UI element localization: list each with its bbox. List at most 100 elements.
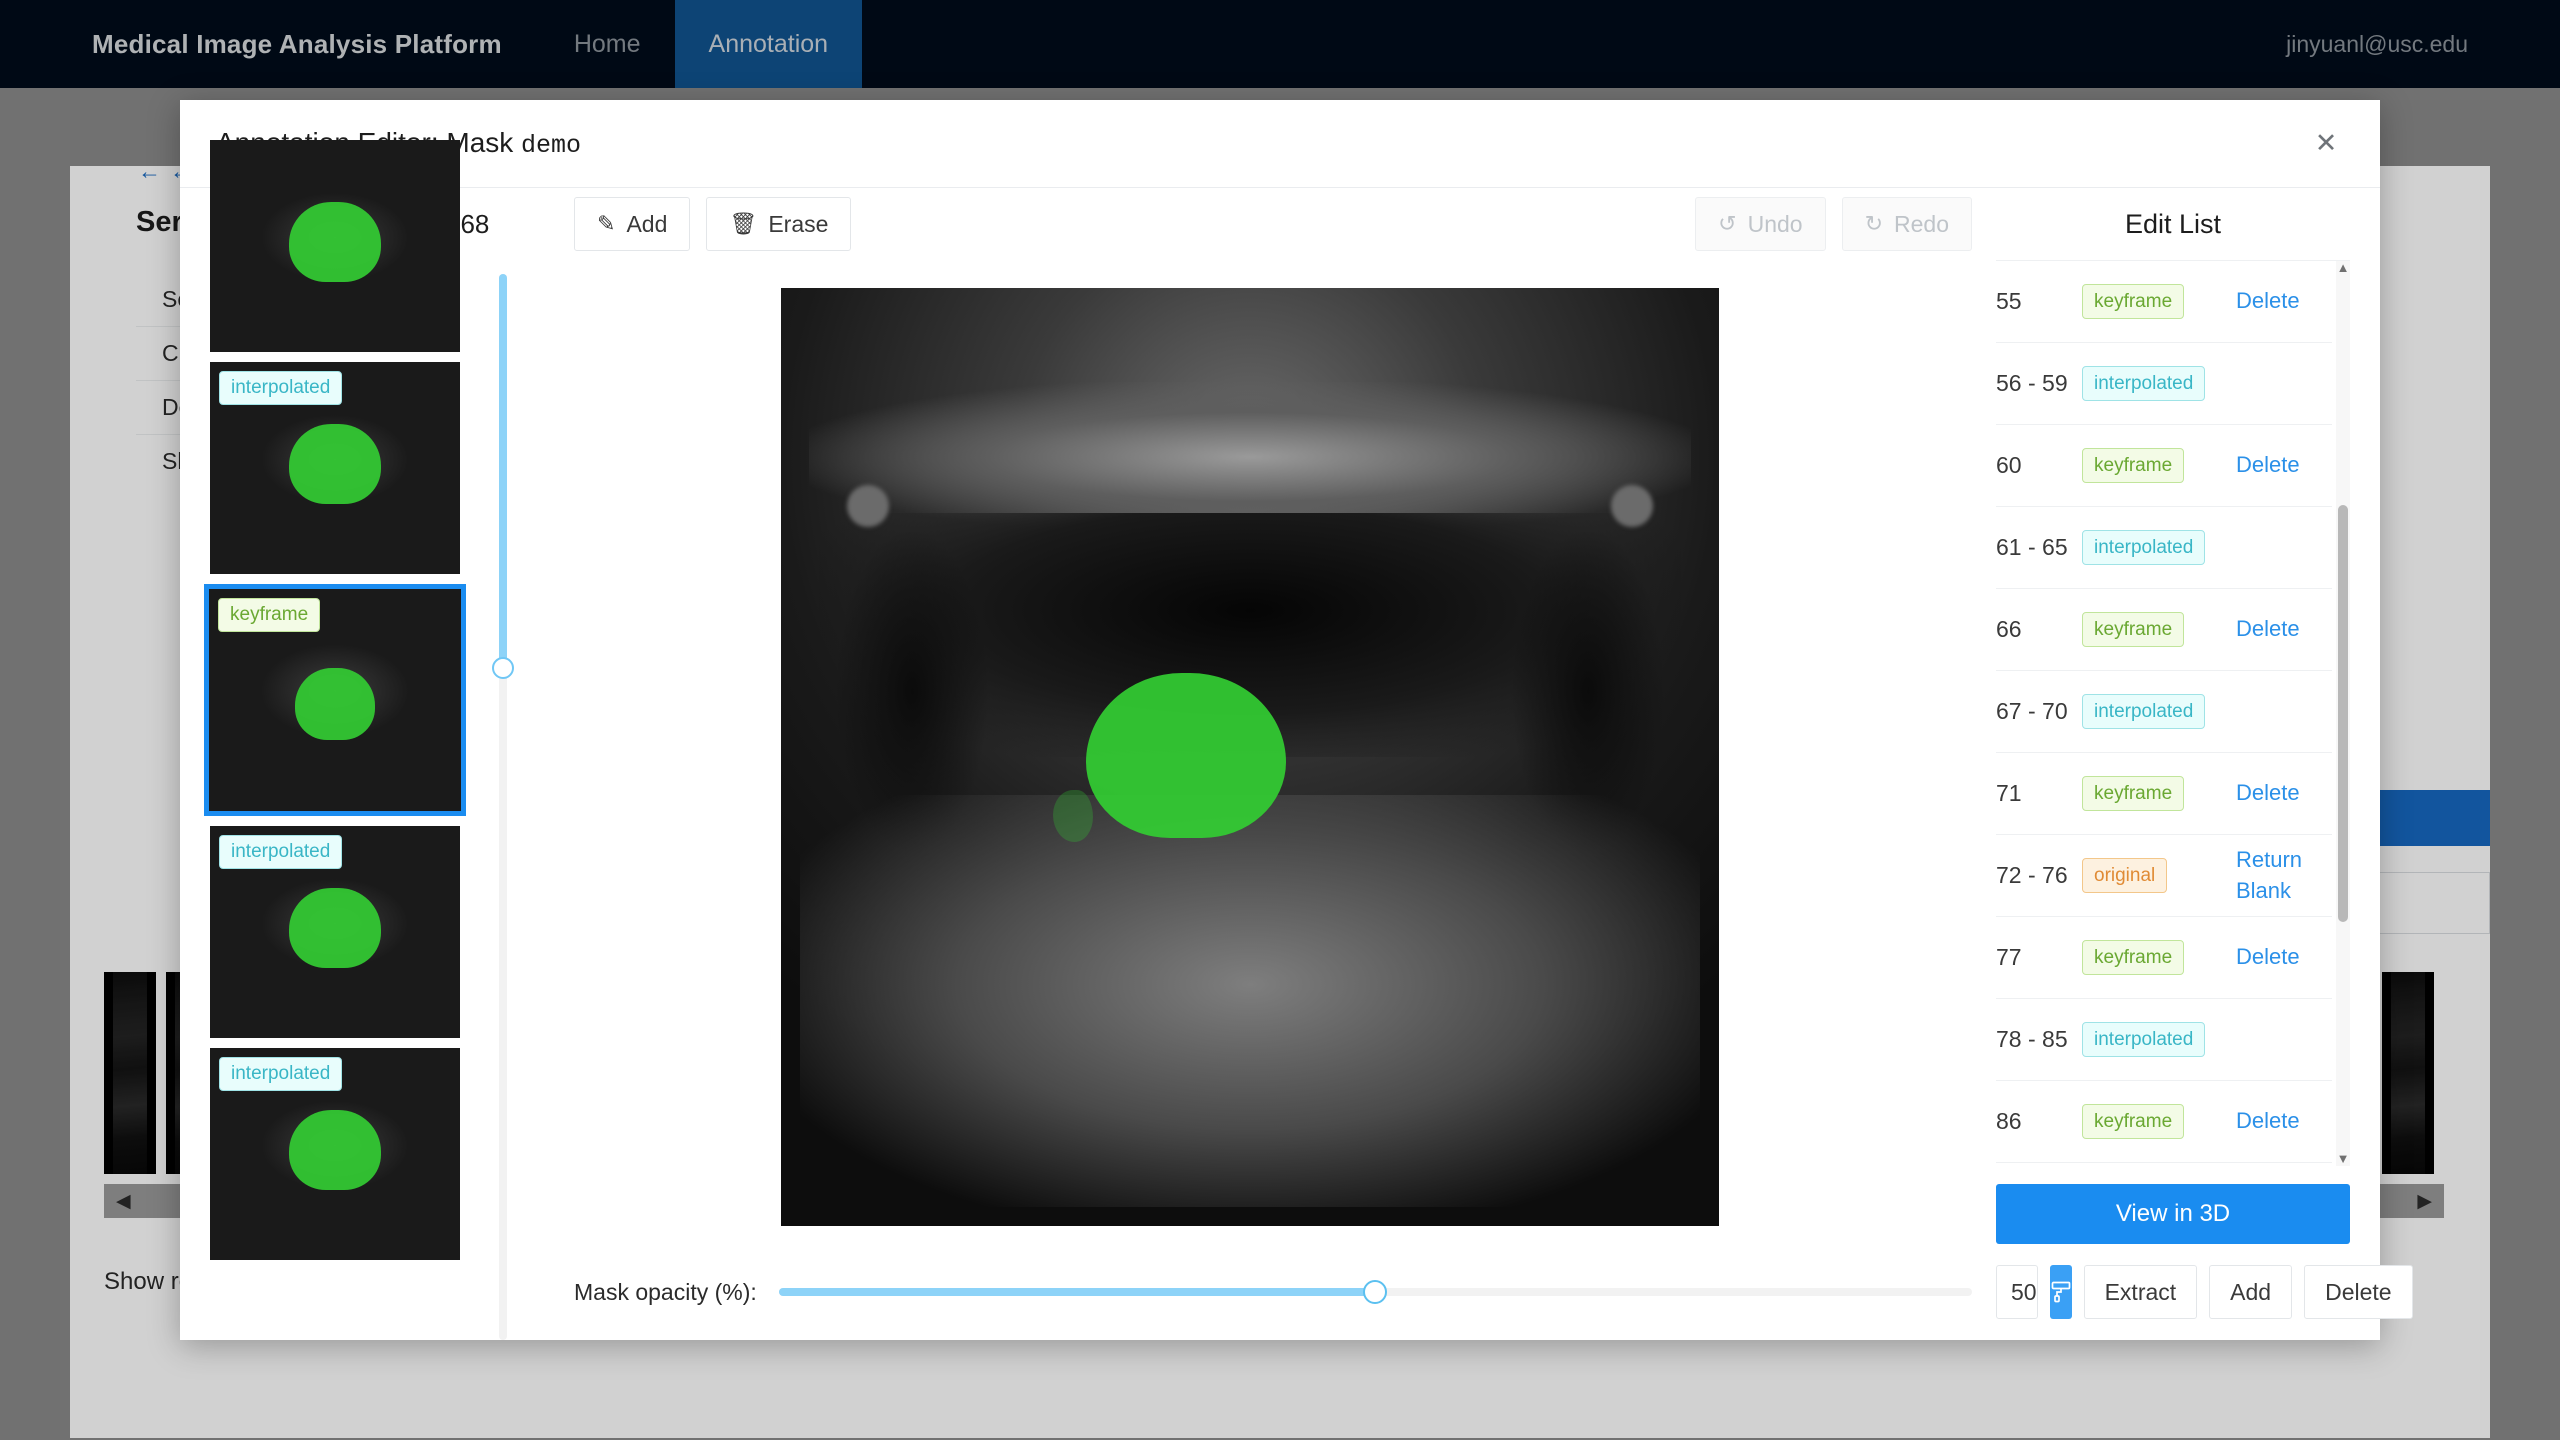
edit-row-slice-range: 61 - 65 [1996,533,2068,560]
thumbnail-mask-overlay [289,423,381,504]
edit-row-badge-cell: interpolated [2082,365,2236,402]
edit-row-badge: interpolated [2082,1021,2206,1058]
annotation-editor-modal: Annotation Editor: Mask demo ✕ Slice: 66… [180,100,2413,1340]
edit-row-action-link[interactable]: Delete [2236,942,2332,973]
edit-row-badge-cell: keyframe [2082,775,2236,812]
add-button[interactable]: ✎ Add [574,197,691,251]
thumbnail-slice[interactable] [210,140,460,352]
erase-button-label: Erase [768,210,829,237]
edit-row-badge: keyframe [2082,775,2185,812]
edit-row-action-link[interactable]: Return Blank [2236,845,2332,907]
edit-row-badge: keyframe [2082,939,2185,976]
edit-row-action-link[interactable]: Delete [2236,450,2332,481]
mask-opacity-control: Mask opacity (%): [528,1244,1972,1340]
thumbnail-slice[interactable]: keyframe [204,584,466,816]
add-button-label: Add [626,210,668,237]
edit-row-slice-range: 77 [1996,943,2022,970]
edit-list-row: 67 - 70 interpolated [1996,671,2332,753]
edit-row-badge-cell: original [2082,857,2236,894]
scroll-up-arrow-icon[interactable]: ▲ [2337,261,2350,275]
scrollbar-thumb[interactable] [2338,505,2348,922]
edit-row-badge-cell: keyframe [2082,283,2236,320]
edit-list-row: 61 - 65 interpolated [1996,507,2332,589]
edit-row-slice-range: 67 - 70 [1996,697,2068,724]
edit-list-scroll-area[interactable]: 55 keyframe Delete 56 - 59 interpolated 60 key… [1996,260,2350,1166]
edit-list-row: 72 - 76 original Return Blank [1996,835,2332,917]
edit-row-badge: interpolated [2082,693,2206,730]
thumbnail-mask-overlay [295,668,375,741]
thumbnail-badge: interpolated [219,1057,343,1091]
slice-slider-handle[interactable] [492,657,514,680]
delete-button[interactable]: Delete [2304,1265,2413,1319]
thumbnail-list[interactable]: interpolated keyframe interpolated interpol… [204,140,472,1340]
edit-row-badge: keyframe [2082,611,2185,648]
close-icon[interactable]: ✕ [2304,122,2348,166]
modal-body: Slice: 66 / 168 interpolatedkeyframeinte… [180,140,2413,1340]
edit-list-scrollbar[interactable]: ▲ ▼ [2336,261,2350,1166]
thumbnail-column: Slice: 66 / 168 interpolatedkeyframeinte… [180,140,514,1340]
editor-toolbar: ✎ Add 🗑 Erase ↺ Undo ↻ Redo [528,188,1972,260]
slice-slider-track[interactable] [492,274,514,1340]
redo-button-label: Redo [1894,210,1949,237]
undo-button-label: Undo [1747,210,1803,237]
edit-row-badge-cell: keyframe [2082,611,2236,648]
edit-list-column: Edit List 55 keyframe Delete 56 - 59 interpo… [1990,188,2413,1340]
edit-row-badge: keyframe [2082,447,2185,484]
redo-button[interactable]: ↻ Redo [1841,197,1972,251]
thumbnail-mask-overlay [289,1109,381,1190]
edit-list-row: 71 keyframe Delete [1996,753,2332,835]
image-viewer[interactable] [528,260,1972,1244]
thumbnail-slice[interactable]: interpolated [210,1048,460,1260]
add-keyframe-button[interactable]: Add [2209,1265,2293,1319]
edit-list-row: 78 - 85 interpolated [1996,999,2332,1081]
thumbnail-badge: interpolated [219,371,343,405]
pencil-icon: ✎ [597,211,616,236]
slice-number-input[interactable]: 50 [1996,1265,2038,1319]
edit-row-slice-range: 78 - 85 [1996,1025,2068,1052]
redo-icon: ↻ [1864,211,1884,236]
anatomy-band-bottom [799,794,1701,1208]
thumbnail-slice[interactable]: interpolated [210,826,460,1038]
edit-row-badge-cell: keyframe [2082,939,2236,976]
edit-list-actions: 50 Extract Add Delete [1996,1244,2413,1340]
edit-row-badge: original [2082,857,2168,894]
edit-row-action-link[interactable]: Delete [2236,614,2332,645]
edit-row-action-link[interactable]: Delete [2236,286,2332,317]
edit-list-row: 56 - 59 interpolated [1996,343,2332,425]
mask-overlay [1085,672,1286,838]
extract-button[interactable]: Extract [2083,1265,2198,1319]
edit-row-slice-range: 66 [1996,615,2022,642]
edit-row-badge: keyframe [2082,283,2185,320]
anatomy-band-top [809,381,1691,532]
undo-button[interactable]: ↺ Undo [1695,197,1826,251]
edit-row-action-link[interactable]: Delete [2236,1106,2332,1137]
thumbnail-slice[interactable]: interpolated [210,362,460,574]
modal-header: Annotation Editor: Mask demo ✕ [180,100,2380,188]
edit-row-badge: interpolated [2082,529,2206,566]
paint-roller-icon[interactable] [2049,1265,2072,1319]
edit-row-slice-range: 60 [1996,451,2022,478]
trash-icon: 🗑 [729,211,758,236]
edit-row-badge-cell: keyframe [2082,447,2236,484]
mask-opacity-slider-track[interactable] [778,1280,1972,1304]
edit-row-badge-cell: interpolated [2082,529,2236,566]
edit-row-badge-cell: interpolated [2082,693,2236,730]
edit-list-row: 55 keyframe Delete [1996,261,2332,343]
viewer-column: ✎ Add 🗑 Erase ↺ Undo ↻ Redo Mask opacity… [510,188,1990,1340]
modal-title-mask-name: demo [521,131,582,160]
edit-row-slice-range: 71 [1996,779,2022,806]
slice-slider-fill [499,274,507,669]
edit-list-row: 86 keyframe Delete [1996,1081,2332,1163]
mask-opacity-slider-handle[interactable] [1363,1280,1388,1304]
thumbnail-badge: keyframe [218,598,321,632]
edit-list-rows: 55 keyframe Delete 56 - 59 interpolated 60 key… [1996,261,2350,1163]
mask-opacity-slider-fill [778,1288,1376,1296]
scroll-down-arrow-icon[interactable]: ▼ [2337,1152,2350,1166]
view-in-3d-button[interactable]: View in 3D [1996,1184,2350,1244]
mri-slice-image[interactable] [781,288,1719,1226]
edit-row-action-link[interactable]: Delete [2236,778,2332,809]
mask-overlay-faint [1053,789,1094,842]
erase-button[interactable]: 🗑 Erase [706,197,852,251]
edit-row-slice-range: 56 - 59 [1996,369,2068,396]
edit-list-row: 60 keyframe Delete [1996,425,2332,507]
